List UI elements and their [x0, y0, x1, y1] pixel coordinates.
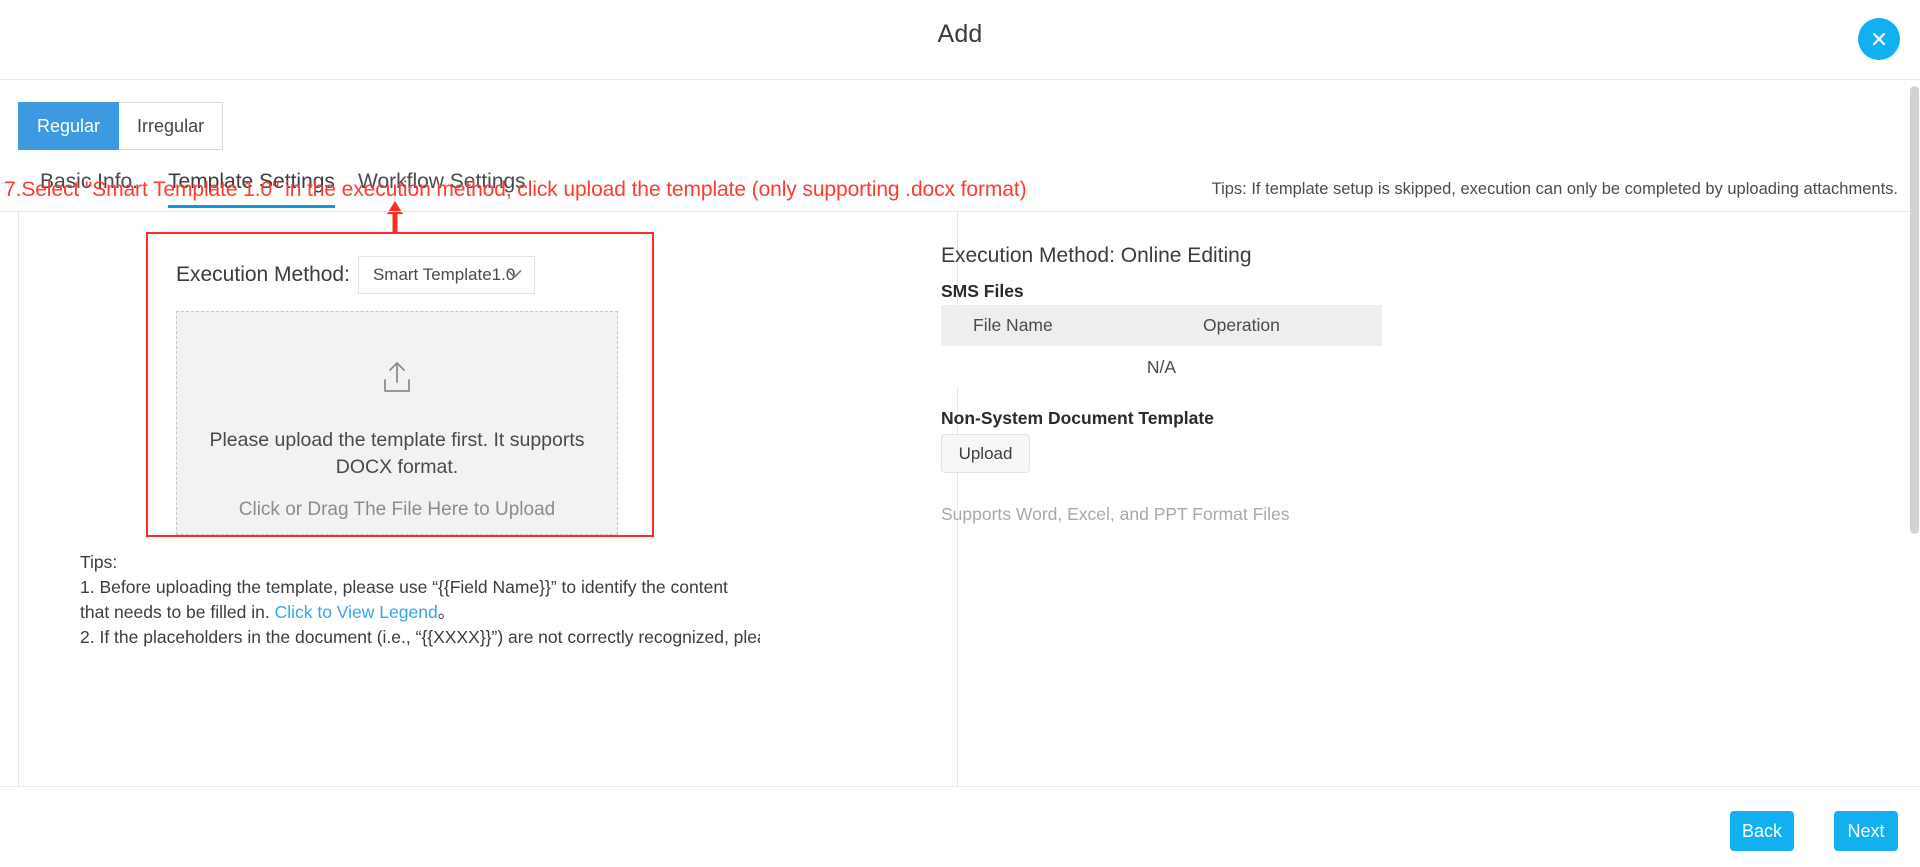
dialog-titlebar: Add	[0, 0, 1920, 80]
table-empty-row: N/A	[941, 346, 1382, 388]
preview-execution-method: Execution Method: Online Editing	[941, 244, 1252, 267]
dropzone-main-text: Please upload the template first. It sup…	[209, 429, 585, 478]
execution-method-label: Execution Method:	[176, 263, 350, 286]
template-tips: Tips: 1. Before uploading the template, …	[80, 550, 760, 649]
type-segmented-control: Regular Irregular	[18, 102, 224, 150]
preview-pane: Execution Method: Online Editing SMS Fil…	[941, 212, 1900, 787]
upload-button[interactable]: Upload	[941, 434, 1030, 473]
segment-regular[interactable]: Regular	[18, 102, 120, 150]
column-operation: Operation	[1203, 315, 1280, 335]
sms-files-table: File Name Operation N/A	[941, 305, 1382, 388]
tips-item-1-suffix: 。	[437, 601, 456, 622]
template-config-pane: Execution Method: Smart Template1.0 Plea…	[18, 212, 958, 787]
back-button-label: Back	[1741, 820, 1783, 841]
sms-files-heading: SMS Files	[941, 281, 1024, 301]
execution-method-select[interactable]: Smart Template1.0	[357, 256, 535, 294]
upload-icon	[377, 358, 417, 403]
tips-heading: Tips:	[80, 552, 118, 572]
segment-irregular[interactable]: Irregular	[119, 102, 224, 150]
segment-irregular-label: Irregular	[137, 115, 205, 136]
close-button[interactable]	[1858, 18, 1900, 60]
dropzone-sub-text: Click or Drag The File Here to Upload	[238, 498, 556, 520]
close-icon	[1868, 28, 1890, 50]
highlight-box: Execution Method: Smart Template1.0 Plea…	[146, 232, 654, 537]
back-button[interactable]: Back	[1730, 811, 1794, 851]
execution-method-row: Execution Method: Smart Template1.0	[176, 256, 535, 294]
dialog-content: Execution Method: Smart Template1.0 Plea…	[0, 211, 1920, 787]
view-legend-link[interactable]: Click to View Legend	[275, 602, 438, 622]
tips-item-1: 1. Before uploading the template, please…	[80, 575, 760, 625]
next-button[interactable]: Next	[1834, 811, 1898, 851]
scrollbar-thumb[interactable]	[1910, 86, 1919, 534]
table-header-row: File Name Operation	[941, 305, 1382, 346]
dialog-footer: Back Next	[0, 786, 1920, 867]
page-title: Add	[937, 20, 983, 48]
next-button-label: Next	[1847, 820, 1885, 841]
template-setup-tip: Tips: If template setup is skipped, exec…	[1211, 180, 1898, 198]
segment-regular-label: Regular	[37, 115, 101, 136]
annotation-text: 7.Select "Smart Template 1.0" in the exe…	[4, 178, 1027, 201]
execution-method-value: Smart Template1.0	[372, 265, 516, 284]
template-dropzone[interactable]: Please upload the template first. It sup…	[176, 311, 618, 535]
non-system-template-heading: Non-System Document Template	[941, 408, 1214, 428]
add-dialog: Add Regular Irregular Basic Info. Templa…	[0, 0, 1920, 867]
chevron-down-icon	[507, 266, 522, 284]
column-file-name: File Name	[973, 315, 1053, 335]
supported-formats-note: Supports Word, Excel, and PPT Format Fil…	[941, 504, 1290, 524]
upload-button-label: Upload	[958, 443, 1013, 463]
tips-item-2: 2. If the placeholders in the document (…	[80, 626, 760, 647]
